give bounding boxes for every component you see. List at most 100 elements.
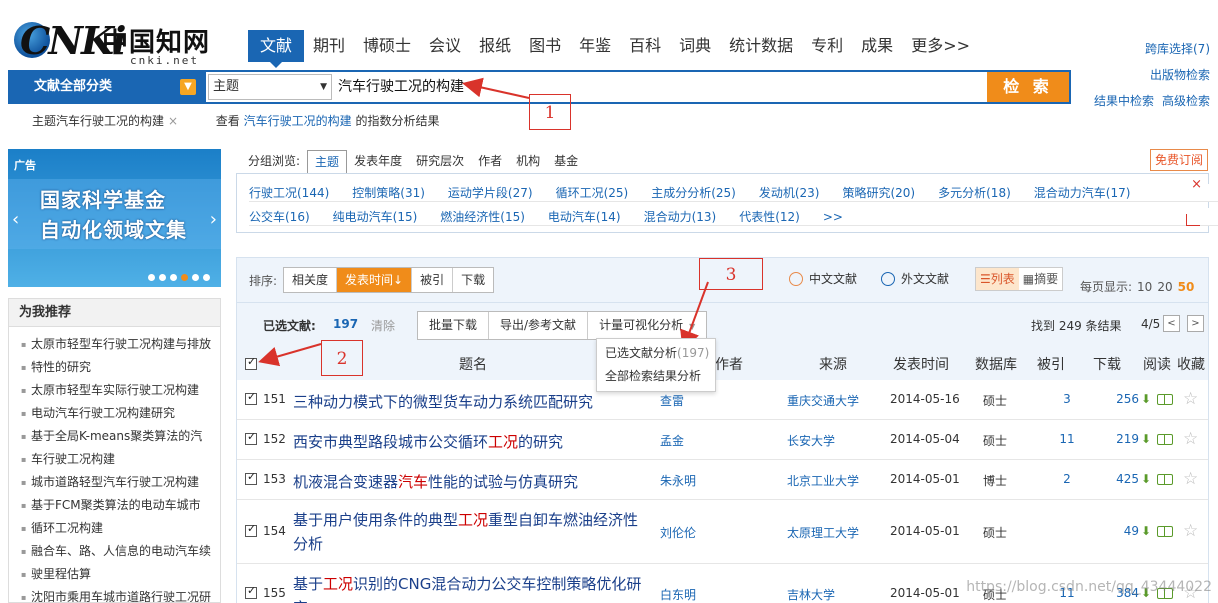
group-tab-0[interactable]: 主题	[307, 150, 348, 174]
row-source[interactable]: 重庆交通大学	[787, 392, 859, 409]
export-button[interactable]: 导出/参考文献	[489, 312, 589, 339]
cnki-logo[interactable]: CNKi 中国知网 cnki.net	[10, 18, 215, 67]
read-book-icon[interactable]	[1157, 394, 1173, 405]
recommend-item[interactable]: 太原市轻型车行驶工况构建与排放	[21, 333, 212, 356]
prev-page-button[interactable]: <	[1163, 315, 1180, 332]
facet-link[interactable]: 控制策略(31)	[352, 186, 425, 200]
nav-item-2[interactable]: 博硕士	[354, 30, 420, 62]
facet-link[interactable]: 公交车(16)	[249, 210, 310, 224]
topic-chip[interactable]: 主题汽车行驶工况的构建 ×	[32, 114, 178, 128]
row-author[interactable]: 孟金	[660, 432, 684, 449]
row-source[interactable]: 长安大学	[787, 432, 835, 449]
nav-item-6[interactable]: 年鉴	[570, 30, 620, 62]
favorite-star-icon[interactable]: ☆	[1183, 521, 1198, 541]
list-view-button[interactable]: ☰列表	[976, 268, 1019, 290]
carousel-dot[interactable]	[148, 274, 155, 281]
nav-item-1[interactable]: 期刊	[304, 30, 354, 62]
facet-link[interactable]: 策略研究(20)	[842, 186, 915, 200]
category-button[interactable]: 文献全部分类 ▼	[10, 72, 206, 102]
cross-db-link[interactable]: 跨库选择(7)	[1145, 42, 1210, 56]
search-input[interactable]	[336, 74, 986, 100]
facet-link[interactable]: 燃油经济性(15)	[440, 210, 525, 224]
publication-search-link[interactable]: 出版物检索	[1150, 68, 1210, 82]
selected-analysis-option[interactable]: 已选文献分析(197)	[597, 342, 715, 365]
advanced-search-link[interactable]: 高级检索	[1162, 94, 1210, 108]
recommend-item[interactable]: 循环工况构建	[21, 517, 212, 540]
recommend-item[interactable]: 车行驶工况构建	[21, 448, 212, 471]
facet-link[interactable]: 混合动力(13)	[644, 210, 717, 224]
sort-option-1[interactable]: 发表时间↓	[337, 268, 413, 292]
row-downloads[interactable]: 256	[1089, 392, 1139, 406]
subscribe-button[interactable]: 免费订阅	[1150, 149, 1208, 171]
facet-link[interactable]: 多元分析(18)	[938, 186, 1011, 200]
download-icon[interactable]: ⬇	[1141, 472, 1151, 486]
group-tab-5[interactable]: 基金	[547, 150, 585, 174]
download-icon[interactable]: ⬇	[1141, 524, 1151, 538]
batch-download-button[interactable]: 批量下载	[418, 312, 490, 339]
group-tab-2[interactable]: 研究层次	[409, 150, 471, 174]
row-title[interactable]: 西安市典型路段城市公交循环工况的研究	[293, 430, 653, 454]
download-icon[interactable]: ⬇	[1141, 432, 1151, 446]
chevron-left-icon[interactable]: ‹	[12, 209, 19, 230]
facet-link[interactable]: 行驶工况(144)	[249, 186, 329, 200]
row-cite[interactable]: 11	[1055, 432, 1079, 446]
favorite-star-icon[interactable]: ☆	[1183, 429, 1198, 449]
search-within-link[interactable]: 结果中检索	[1094, 94, 1154, 108]
col-download[interactable]: 下载	[1093, 354, 1121, 374]
carousel-dot[interactable]	[203, 274, 210, 281]
close-icon[interactable]: ×	[1191, 177, 1202, 192]
col-db[interactable]: 数据库	[975, 354, 1017, 374]
recommend-item[interactable]: 太原市轻型车实际行驶工况构建	[21, 379, 212, 402]
row-title[interactable]: 基于用户使用条件的典型工况重型自卸车燃油经济性分析	[293, 508, 653, 556]
favorite-star-icon[interactable]: ☆	[1183, 469, 1198, 489]
facet-link[interactable]: 混合动力汽车(17)	[1034, 186, 1131, 200]
recommend-item[interactable]: 驶里程估算	[21, 563, 212, 586]
next-page-button[interactable]: >	[1187, 315, 1204, 332]
foreign-docs-toggle[interactable]: 外文文献	[881, 270, 949, 287]
read-book-icon[interactable]	[1157, 526, 1173, 537]
recommend-item[interactable]: 沈阳市乘用车城市道路行驶工况研	[21, 586, 212, 602]
recommend-item[interactable]: 融合车、路、人信息的电动汽车续	[21, 540, 212, 563]
group-tab-4[interactable]: 机构	[509, 150, 547, 174]
group-tab-3[interactable]: 作者	[471, 150, 509, 174]
facet-link[interactable]: 电动汽车(14)	[548, 210, 621, 224]
row-title[interactable]: 三种动力模式下的微型货车动力系统匹配研究	[293, 390, 653, 414]
row-cite[interactable]: 3	[1055, 392, 1079, 406]
search-button[interactable]: 检 索	[987, 72, 1069, 102]
row-author[interactable]: 朱永明	[660, 472, 696, 489]
col-source[interactable]: 来源	[819, 354, 847, 374]
facet-link[interactable]: 发动机(23)	[759, 186, 820, 200]
chart-icon[interactable]	[1186, 214, 1200, 226]
nav-item-5[interactable]: 图书	[520, 30, 570, 62]
row-title[interactable]: 基于工况识别的CNG混合动力公交车控制策略优化研究	[293, 572, 653, 603]
row-checkbox[interactable]	[245, 522, 257, 538]
nav-item-4[interactable]: 报纸	[470, 30, 520, 62]
visual-analysis-button[interactable]: 计量可视化分析 ▼	[588, 312, 706, 339]
row-author[interactable]: 查雷	[660, 392, 684, 409]
row-cite[interactable]: 2	[1055, 472, 1079, 486]
sort-option-2[interactable]: 被引	[412, 268, 454, 292]
carousel-dot-active[interactable]	[181, 274, 188, 281]
row-checkbox[interactable]	[245, 584, 257, 600]
per-page-option[interactable]: 10	[1137, 280, 1152, 294]
nav-item-9[interactable]: 统计数据	[720, 30, 802, 62]
col-author[interactable]: 作者	[715, 354, 743, 374]
chevron-right-icon[interactable]: ›	[210, 209, 217, 230]
recommend-item[interactable]: 电动汽车行驶工况构建研究	[21, 402, 212, 425]
row-downloads[interactable]: 49	[1089, 524, 1139, 538]
row-title[interactable]: 机液混合变速器汽车性能的试验与仿真研究	[293, 470, 653, 494]
nav-item-7[interactable]: 百科	[620, 30, 670, 62]
all-analysis-option[interactable]: 全部检索结果分析	[597, 365, 715, 388]
nav-item-3[interactable]: 会议	[420, 30, 470, 62]
row-checkbox[interactable]	[245, 390, 257, 406]
carousel-dot[interactable]	[192, 274, 199, 281]
col-cite[interactable]: 被引	[1037, 354, 1065, 374]
recommend-item[interactable]: 特性的研究	[21, 356, 212, 379]
read-book-icon[interactable]	[1157, 474, 1173, 485]
sort-option-0[interactable]: 相关度	[284, 268, 338, 292]
chinese-docs-toggle[interactable]: 中文文献	[789, 270, 857, 287]
nav-item-11[interactable]: 成果	[852, 30, 902, 62]
row-source[interactable]: 北京工业大学	[787, 472, 859, 489]
row-downloads[interactable]: 219	[1089, 432, 1139, 446]
clear-button[interactable]: 清除	[371, 317, 395, 334]
